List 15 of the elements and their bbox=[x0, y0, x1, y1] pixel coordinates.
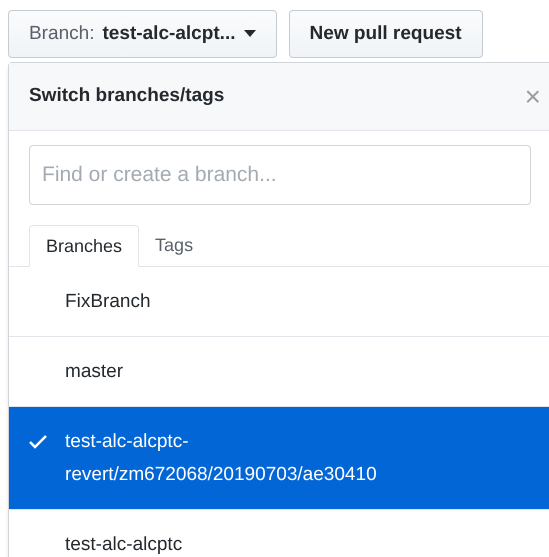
branch-name: master bbox=[65, 360, 124, 384]
check-icon bbox=[29, 434, 47, 448]
tab[interactable]: Tags bbox=[139, 224, 210, 266]
new-pull-request-button[interactable]: New pull request bbox=[288, 10, 483, 58]
branch-search-field[interactable]: Find or create a branch... bbox=[29, 145, 531, 205]
branch-name: test-alc-alcptc-revert/zm672068/20190703/ae30410 bbox=[65, 430, 378, 487]
caret-icon bbox=[244, 30, 256, 38]
branch-item[interactable]: FixBranch bbox=[9, 267, 549, 337]
tab[interactable]: Branches bbox=[29, 225, 140, 267]
branch-name: FixBranch bbox=[65, 290, 151, 314]
branch-item[interactable]: test-alc-alcptc bbox=[9, 510, 549, 557]
branch-name: test-alc-alcptc bbox=[65, 533, 182, 557]
branch-button[interactable]: Branch: test-alc-alcpt... bbox=[8, 10, 277, 58]
branch-item[interactable]: test-alc-alcptc-revert/zm672068/20190703/ae30410 bbox=[9, 407, 549, 510]
dropdown-title: Switch branches/tags bbox=[29, 84, 224, 108]
